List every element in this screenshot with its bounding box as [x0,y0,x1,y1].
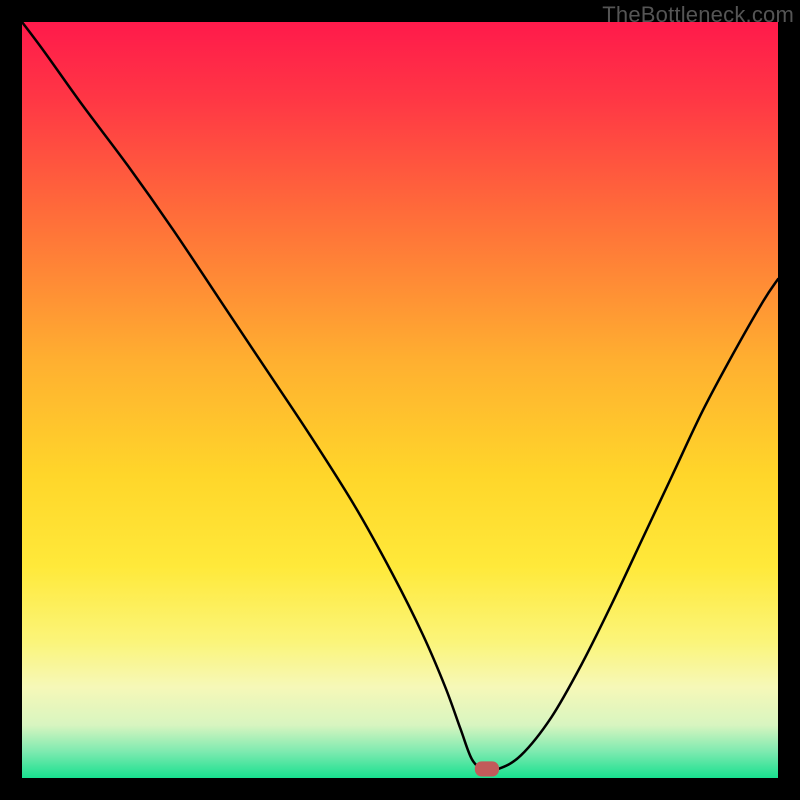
plot-area [22,22,778,778]
optimal-marker [475,761,499,776]
gradient-background [22,22,778,778]
chart-frame: TheBottleneck.com [0,0,800,800]
chart-svg [22,22,778,778]
watermark-label: TheBottleneck.com [602,2,794,28]
